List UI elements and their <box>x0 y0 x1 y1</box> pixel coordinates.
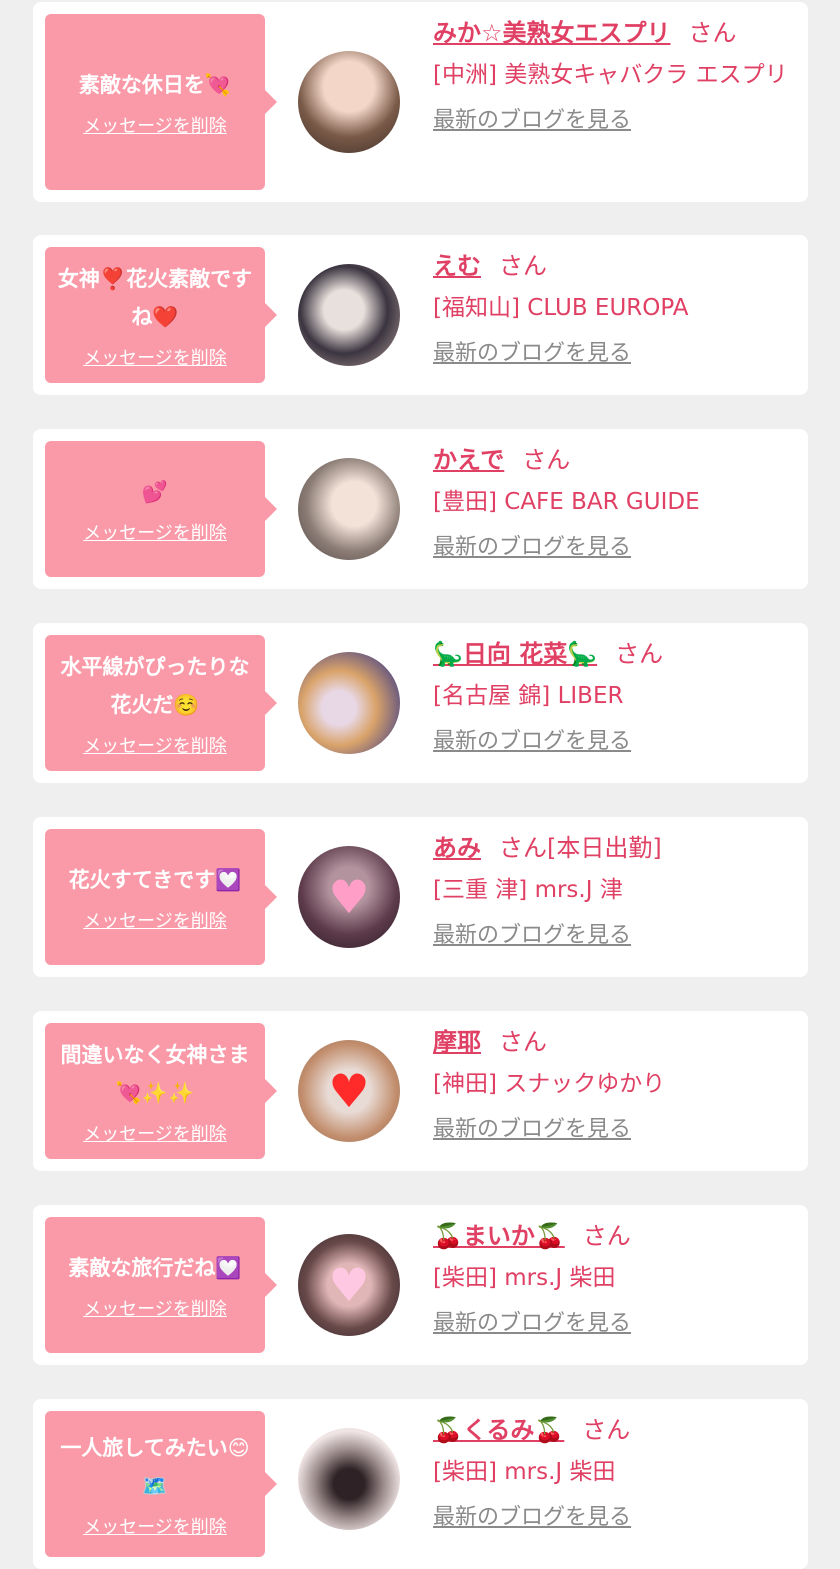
message-card: 素敵な旅行だね💟 メッセージを削除 ♥ 🍒まいか🍒 さん [柴田] mrs.J 柴… <box>33 1205 808 1365</box>
message-card: 花火すてきです💟 メッセージを削除 ♥ あみ さん[本日出勤] [三重 津] mr… <box>33 817 808 977</box>
avatar[interactable] <box>298 1428 400 1530</box>
message-bubble: 一人旅してみたい😊🗺️ メッセージを削除 <box>45 1411 277 1557</box>
latest-blog-link[interactable]: 最新のブログを見る <box>433 723 631 755</box>
shop-name: [福知山] CLUB EUROPA <box>433 295 689 321</box>
cast-name-link[interactable]: 🦕日向 花菜🦕 <box>433 640 597 668</box>
latest-blog-link[interactable]: 最新のブログを見る <box>433 1499 631 1531</box>
message-bubble: 素敵な旅行だね💟 メッセージを削除 <box>45 1217 277 1353</box>
latest-blog-link[interactable]: 最新のブログを見る <box>433 102 631 134</box>
delete-message-link[interactable]: メッセージを削除 <box>83 1513 227 1539</box>
shop-name: [豊田] CAFE BAR GUIDE <box>433 489 700 515</box>
latest-blog-link[interactable]: 最新のブログを見る <box>433 335 631 367</box>
message-text: 水平線がぴったりな花火だ☺️ <box>60 655 250 717</box>
avatar[interactable] <box>298 264 400 366</box>
avatar[interactable]: ♥ <box>298 846 400 948</box>
status-text: [本日出勤] <box>547 834 662 862</box>
avatar[interactable] <box>298 458 400 560</box>
message-text: 間違いなく女神さま💘✨✨ <box>60 1043 250 1105</box>
message-bubble: 素敵な休日を💘 メッセージを削除 <box>45 14 277 190</box>
message-bubble: 水平線がぴったりな花火だ☺️ メッセージを削除 <box>45 635 277 771</box>
message-card: 一人旅してみたい😊🗺️ メッセージを削除 🍒くるみ🍒 さん [柴田] mrs.J … <box>33 1399 808 1569</box>
heart-sticker-icon: ♥ <box>328 1064 370 1118</box>
cast-name-link[interactable]: 🍒まいか🍒 <box>433 1222 565 1250</box>
message-text: 💕 <box>141 480 169 504</box>
cast-name-link[interactable]: あみ <box>433 834 481 862</box>
shop-name: [神田] スナックゆかり <box>433 1071 666 1097</box>
avatar[interactable]: ♥ <box>298 1234 400 1336</box>
san-suffix: さん <box>499 252 547 280</box>
cast-name-link[interactable]: みか☆美熟女エスプリ <box>433 19 671 47</box>
san-suffix: さん <box>615 640 664 668</box>
cast-name-link[interactable]: 🍒くるみ🍒 <box>433 1416 564 1444</box>
san-suffix: さん <box>499 1028 547 1056</box>
shop-name: [柴田] mrs.J 柴田 <box>433 1459 616 1485</box>
message-bubble: 💕 メッセージを削除 <box>45 441 277 577</box>
latest-blog-link[interactable]: 最新のブログを見る <box>433 529 631 561</box>
message-card: 女神❣️花火素敵ですね❤️ メッセージを削除 えむ さん [福知山] CLUB E… <box>33 235 808 395</box>
delete-message-link[interactable]: メッセージを削除 <box>83 1295 227 1321</box>
shop-name: [中洲] 美熟女キャバクラ エスプリ <box>433 62 788 88</box>
delete-message-link[interactable]: メッセージを削除 <box>83 519 227 545</box>
delete-message-link[interactable]: メッセージを削除 <box>83 344 227 370</box>
avatar[interactable]: ♥ <box>298 1040 400 1142</box>
delete-message-link[interactable]: メッセージを削除 <box>83 1120 227 1146</box>
message-bubble: 女神❣️花火素敵ですね❤️ メッセージを削除 <box>45 247 277 383</box>
message-text: 女神❣️花火素敵ですね❤️ <box>57 267 253 329</box>
latest-blog-link[interactable]: 最新のブログを見る <box>433 1305 631 1337</box>
message-text: 素敵な休日を💘 <box>78 73 232 97</box>
san-suffix: さん <box>688 19 737 47</box>
message-text: 花火すてきです💟 <box>68 868 242 892</box>
message-card: 間違いなく女神さま💘✨✨ メッセージを削除 ♥ 摩耶 さん [神田] スナックゆか… <box>33 1011 808 1171</box>
message-card: 水平線がぴったりな花火だ☺️ メッセージを削除 🦕日向 花菜🦕 さん [名古屋 錦… <box>33 623 808 783</box>
heart-sticker-icon: ♥ <box>328 870 370 924</box>
message-card: 💕 メッセージを削除 かえで さん [豊田] CAFE BAR GUIDE 最新の… <box>33 429 808 589</box>
shop-name: [柴田] mrs.J 柴田 <box>433 1265 616 1291</box>
message-text: 一人旅してみたい😊🗺️ <box>60 1436 250 1498</box>
delete-message-link[interactable]: メッセージを削除 <box>83 112 227 138</box>
san-suffix: さん <box>522 446 571 474</box>
cast-name-link[interactable]: 摩耶 <box>433 1028 481 1056</box>
delete-message-link[interactable]: メッセージを削除 <box>83 732 227 758</box>
delete-message-link[interactable]: メッセージを削除 <box>83 907 227 933</box>
avatar[interactable] <box>298 51 400 153</box>
cast-name-link[interactable]: えむ <box>433 252 481 280</box>
latest-blog-link[interactable]: 最新のブログを見る <box>433 1111 631 1143</box>
message-card: 素敵な休日を💘 メッセージを削除 みか☆美熟女エスプリ さん [中洲] 美熟女キャ… <box>33 2 808 202</box>
avatar[interactable] <box>298 652 400 754</box>
shop-name: [名古屋 錦] LIBER <box>433 683 624 709</box>
shop-name: [三重 津] mrs.J 津 <box>433 877 623 903</box>
heart-sticker-icon: ♥ <box>328 1258 370 1312</box>
san-suffix: さん <box>582 1416 631 1444</box>
message-text: 素敵な旅行だね💟 <box>68 1256 242 1280</box>
san-suffix: さん <box>582 1222 631 1250</box>
message-bubble: 間違いなく女神さま💘✨✨ メッセージを削除 <box>45 1023 277 1159</box>
cast-name-link[interactable]: かえで <box>433 446 504 474</box>
message-bubble: 花火すてきです💟 メッセージを削除 <box>45 829 277 965</box>
san-suffix: さん <box>499 834 547 862</box>
latest-blog-link[interactable]: 最新のブログを見る <box>433 917 631 949</box>
